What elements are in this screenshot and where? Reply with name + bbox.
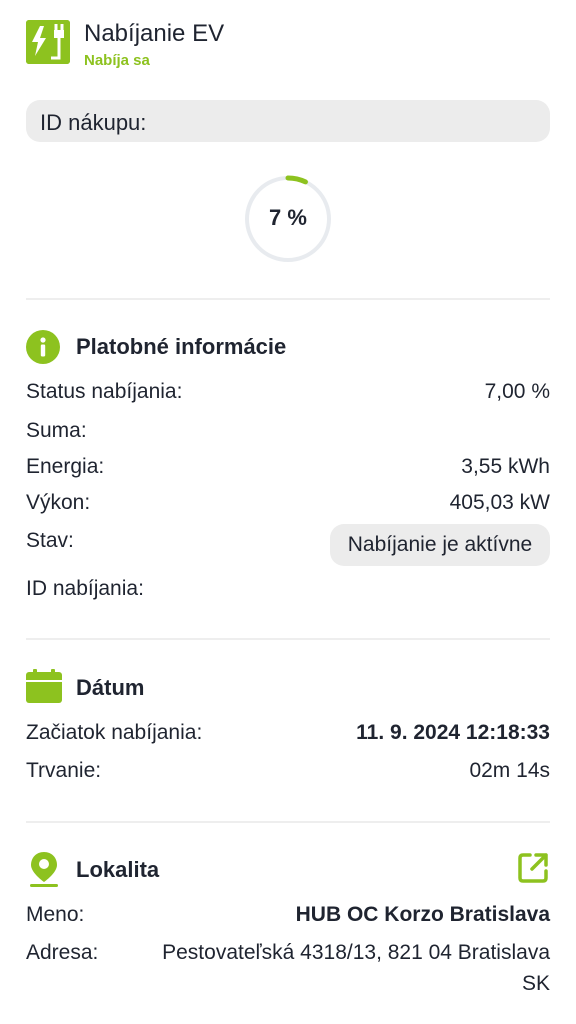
- ev-charger-icon: [26, 20, 70, 64]
- calendar-icon: [26, 669, 62, 703]
- start-value: 11. 9. 2024 12:18:33: [356, 721, 550, 744]
- charging-status: Nabíja sa: [84, 52, 150, 69]
- status-value: 7,00 %: [484, 380, 550, 403]
- purchase-id-label: ID nákupu:: [40, 110, 147, 135]
- status-label: Status nabíjania:: [26, 380, 183, 403]
- charging-id-label: ID nabíjania:: [26, 577, 144, 600]
- location-pin-icon: [28, 850, 60, 888]
- start-label: Začiatok nabíjania:: [26, 721, 203, 744]
- power-label: Výkon:: [26, 491, 91, 514]
- state-value: Nabíjanie je aktívne: [347, 533, 533, 556]
- progress-percent: 7 %: [269, 205, 307, 230]
- divider: [26, 821, 550, 823]
- energy-value: 3,55 kWh: [461, 455, 550, 478]
- address-line-2: SK: [521, 972, 550, 995]
- energy-label: Energia:: [26, 455, 105, 478]
- divider: [26, 638, 550, 640]
- location-section-title: Lokalita: [76, 857, 160, 882]
- name-value: HUB OC Korzo Bratislava: [295, 903, 550, 926]
- sum-label: Suma:: [26, 419, 87, 442]
- info-icon: [26, 330, 60, 364]
- date-section-title: Dátum: [76, 675, 145, 700]
- address-line-1: Pestovateľská 4318/13, 821 04 Bratislava: [162, 941, 550, 964]
- state-label: Stav:: [26, 529, 74, 552]
- divider: [26, 298, 550, 300]
- duration-label: Trvanie:: [26, 759, 102, 782]
- name-label: Meno:: [26, 903, 85, 926]
- external-link-icon[interactable]: [516, 851, 550, 885]
- app-title: Nabíjanie EV: [84, 20, 225, 47]
- payment-section-title: Platobné informácie: [76, 334, 287, 359]
- power-value: 405,03 kW: [449, 491, 550, 514]
- duration-value: 02m 14s: [469, 759, 550, 782]
- address-label: Adresa:: [26, 941, 99, 964]
